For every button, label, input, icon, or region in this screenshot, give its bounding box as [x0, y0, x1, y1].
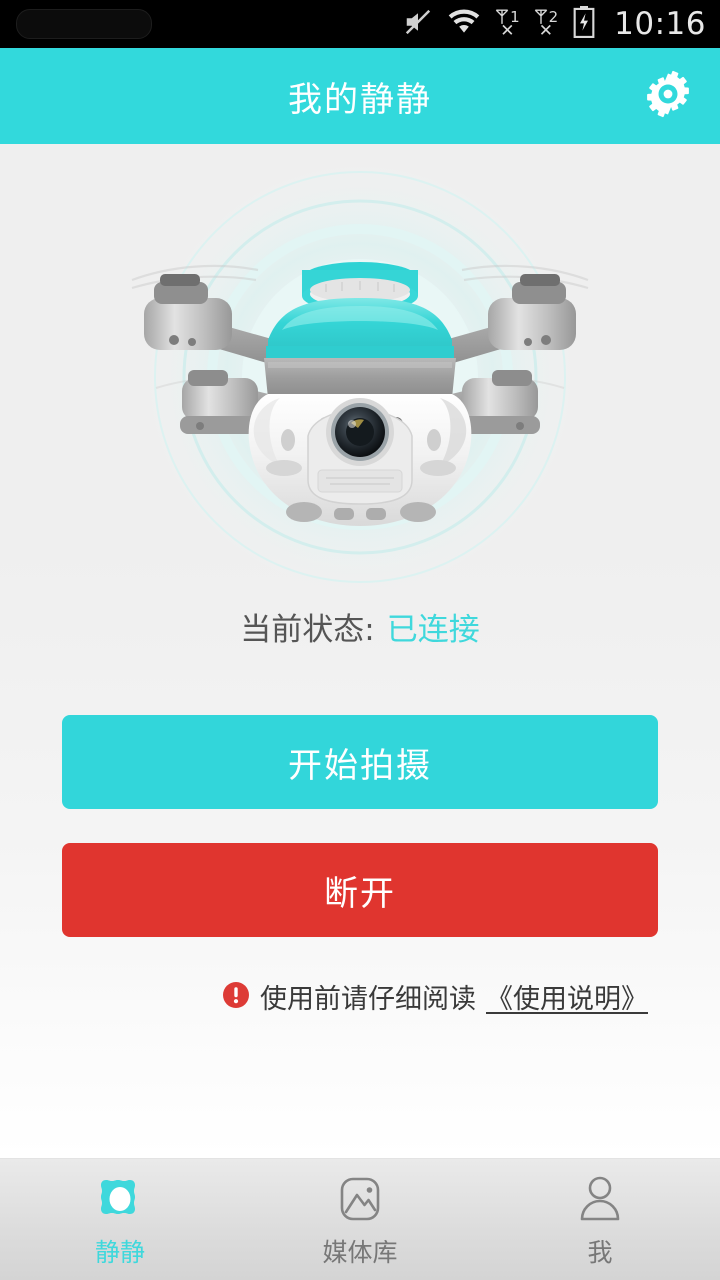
status-bar-redacted-block	[16, 9, 152, 39]
photo-library-icon	[333, 1171, 387, 1227]
alert-circle-icon	[222, 981, 250, 1013]
page-title: 我的静静	[288, 79, 432, 120]
tab-drone[interactable]: 静静	[0, 1159, 240, 1280]
sim2-x-mark: ✕	[538, 20, 553, 41]
drone-image	[131, 262, 589, 526]
person-icon	[573, 1171, 627, 1227]
app-root: 1 ✕ 2 ✕ 10:16 我的静静 当前状态: 已连接 开始拍摄 断开 使用前…	[0, 0, 720, 1280]
usage-instructions-link[interactable]: 《使用说明》	[486, 977, 648, 1016]
sim1-x-mark: ✕	[500, 20, 515, 41]
sim2-no-signal-icon: 2 ✕	[534, 8, 558, 41]
connection-status-value: 已连接	[386, 612, 480, 648]
battery-charging-icon	[572, 6, 596, 42]
drone-camera-icon	[94, 1171, 146, 1227]
mute-icon	[403, 7, 433, 41]
tab-drone-label: 静静	[94, 1237, 145, 1267]
wifi-icon	[447, 7, 481, 41]
tab-media-library[interactable]: 媒体库	[240, 1159, 480, 1280]
tab-profile-label: 我	[587, 1237, 613, 1267]
disconnect-button[interactable]: 断开	[62, 843, 658, 937]
status-bar-clock: 10:16	[614, 6, 706, 42]
tab-media-library-label: 媒体库	[322, 1237, 398, 1267]
connection-status-row: 当前状态: 已连接	[240, 604, 479, 649]
drone-illustration	[0, 152, 720, 602]
app-header: 我的静静	[0, 48, 720, 144]
gear-icon	[644, 70, 692, 122]
status-bar-icons: 1 ✕ 2 ✕ 10:16	[403, 6, 706, 42]
status-bar: 1 ✕ 2 ✕ 10:16	[0, 0, 720, 48]
main-content: 当前状态: 已连接 开始拍摄 断开 使用前请仔细阅读 《使用说明》	[0, 144, 720, 1158]
usage-warning-text: 使用前请仔细阅读	[260, 984, 476, 1015]
start-recording-button[interactable]: 开始拍摄	[62, 715, 658, 809]
settings-button[interactable]	[642, 70, 694, 122]
tab-profile[interactable]: 我	[480, 1159, 720, 1280]
connection-status-label: 当前状态:	[240, 612, 375, 648]
usage-warning-row: 使用前请仔细阅读 《使用说明》	[62, 977, 658, 1016]
bottom-tab-bar: 静静 媒体库 我	[0, 1158, 720, 1280]
sim1-no-signal-icon: 1 ✕	[495, 8, 520, 41]
